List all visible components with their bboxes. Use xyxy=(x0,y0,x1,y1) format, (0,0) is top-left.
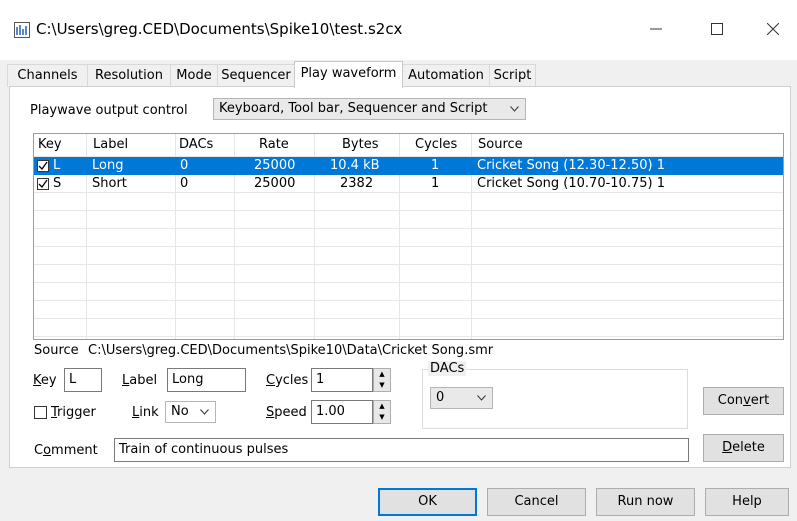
close-icon xyxy=(766,22,780,36)
minimize-icon xyxy=(650,28,662,30)
checkmark-icon xyxy=(38,161,48,171)
row-bytes: 10.4 kB xyxy=(330,158,380,173)
row-key: L xyxy=(53,158,61,173)
row-label: Short xyxy=(92,176,127,191)
row-rate: 25000 xyxy=(254,158,296,173)
output-control-select[interactable]: Keyboard, Tool bar, Sequencer and Script xyxy=(213,98,526,120)
row-cycles: 1 xyxy=(431,176,440,191)
column-header-source[interactable]: Source xyxy=(478,137,523,152)
run-now-button[interactable]: Run now xyxy=(596,488,695,516)
cycles-spinner[interactable]: ▲ ▼ xyxy=(373,368,391,392)
tab-mode[interactable]: Mode xyxy=(170,64,218,87)
link-value: No xyxy=(171,404,189,419)
table-row[interactable]: L Long 0 25000 10.4 kB 1 Cricket Song (1… xyxy=(34,157,783,175)
row-enabled-checkbox[interactable] xyxy=(37,160,49,172)
column-header-bytes[interactable]: Bytes xyxy=(342,137,378,152)
speed-field-label: Speed xyxy=(266,405,307,420)
row-source: Cricket Song (12.30-12.50) 1 xyxy=(477,158,665,173)
window-title: C:\Users\greg.CED\Documents\Spike10\test… xyxy=(36,20,403,38)
spin-down-icon[interactable]: ▼ xyxy=(374,380,390,391)
tab-play-waveform[interactable]: Play waveform xyxy=(294,61,403,88)
key-field-label: Key xyxy=(33,373,57,388)
tab-resolution[interactable]: Resolution xyxy=(87,64,171,87)
label-input[interactable]: Long xyxy=(167,368,246,392)
speed-spinner[interactable]: ▲ ▼ xyxy=(373,400,391,424)
column-header-label[interactable]: Label xyxy=(93,137,128,152)
link-label: Link xyxy=(132,405,159,420)
cancel-button[interactable]: Cancel xyxy=(487,488,586,516)
column-header-cycles[interactable]: Cycles xyxy=(415,137,457,152)
dacs-select[interactable]: 0 xyxy=(430,387,493,409)
maximize-icon xyxy=(711,23,723,35)
tab-channels[interactable]: Channels xyxy=(7,64,88,87)
row-label: Long xyxy=(92,158,124,173)
spin-up-icon[interactable]: ▲ xyxy=(374,401,390,412)
chevron-down-icon xyxy=(200,409,209,415)
dacs-value: 0 xyxy=(436,390,445,405)
cycles-input[interactable]: 1 xyxy=(311,368,373,392)
comment-label: Comment xyxy=(34,443,98,458)
title-bar: C:\Users\greg.CED\Documents\Spike10\test… xyxy=(0,0,797,60)
spin-up-icon[interactable]: ▲ xyxy=(374,369,390,380)
source-path: C:\Users\greg.CED\Documents\Spike10\Data… xyxy=(88,343,494,358)
trigger-checkbox[interactable] xyxy=(34,406,47,419)
tab-automation[interactable]: Automation xyxy=(402,64,490,87)
comment-input[interactable]: Train of continuous pulses xyxy=(114,438,689,462)
table-row[interactable]: S Short 0 25000 2382 1 Cricket Song (10.… xyxy=(34,175,783,193)
output-control-label: Playwave output control xyxy=(30,103,188,118)
tab-sequencer[interactable]: Sequencer xyxy=(217,64,295,87)
cycles-field-label: Cycles xyxy=(266,373,309,388)
dacs-group-label: DACs xyxy=(428,361,467,376)
link-select[interactable]: No xyxy=(165,401,216,423)
row-bytes: 2382 xyxy=(340,176,374,191)
minimize-button[interactable] xyxy=(633,14,679,44)
tab-script[interactable]: Script xyxy=(489,64,536,87)
column-header-dacs[interactable]: DACs xyxy=(179,137,213,152)
source-label: Source xyxy=(34,343,79,358)
delete-button[interactable]: Delete xyxy=(703,434,784,462)
convert-button[interactable]: Convert xyxy=(703,387,784,415)
waveform-table[interactable]: Key Label DACs Rate Bytes Cycles Source … xyxy=(33,133,784,340)
trigger-label: Trigger xyxy=(51,405,96,420)
row-cycles: 1 xyxy=(431,158,440,173)
speed-input[interactable]: 1.00 xyxy=(311,400,373,424)
key-input[interactable]: L xyxy=(64,368,102,392)
chevron-down-icon xyxy=(477,395,486,401)
app-icon xyxy=(14,22,30,38)
row-rate: 25000 xyxy=(254,176,296,191)
close-button[interactable] xyxy=(750,14,796,44)
column-header-key[interactable]: Key xyxy=(38,137,62,152)
row-key: S xyxy=(53,176,62,191)
checkmark-icon xyxy=(38,179,48,189)
output-control-value: Keyboard, Tool bar, Sequencer and Script xyxy=(219,101,488,116)
row-enabled-checkbox[interactable] xyxy=(37,178,49,190)
ok-button[interactable]: OK xyxy=(378,488,477,516)
chevron-down-icon xyxy=(510,106,519,112)
column-header-rate[interactable]: Rate xyxy=(259,137,289,152)
spin-down-icon[interactable]: ▼ xyxy=(374,412,390,423)
row-dacs: 0 xyxy=(180,176,189,191)
row-source: Cricket Song (10.70-10.75) 1 xyxy=(477,176,665,191)
help-button[interactable]: Help xyxy=(705,488,789,516)
label-field-label: Label xyxy=(122,373,158,388)
row-dacs: 0 xyxy=(180,158,189,173)
maximize-button[interactable] xyxy=(694,14,740,44)
